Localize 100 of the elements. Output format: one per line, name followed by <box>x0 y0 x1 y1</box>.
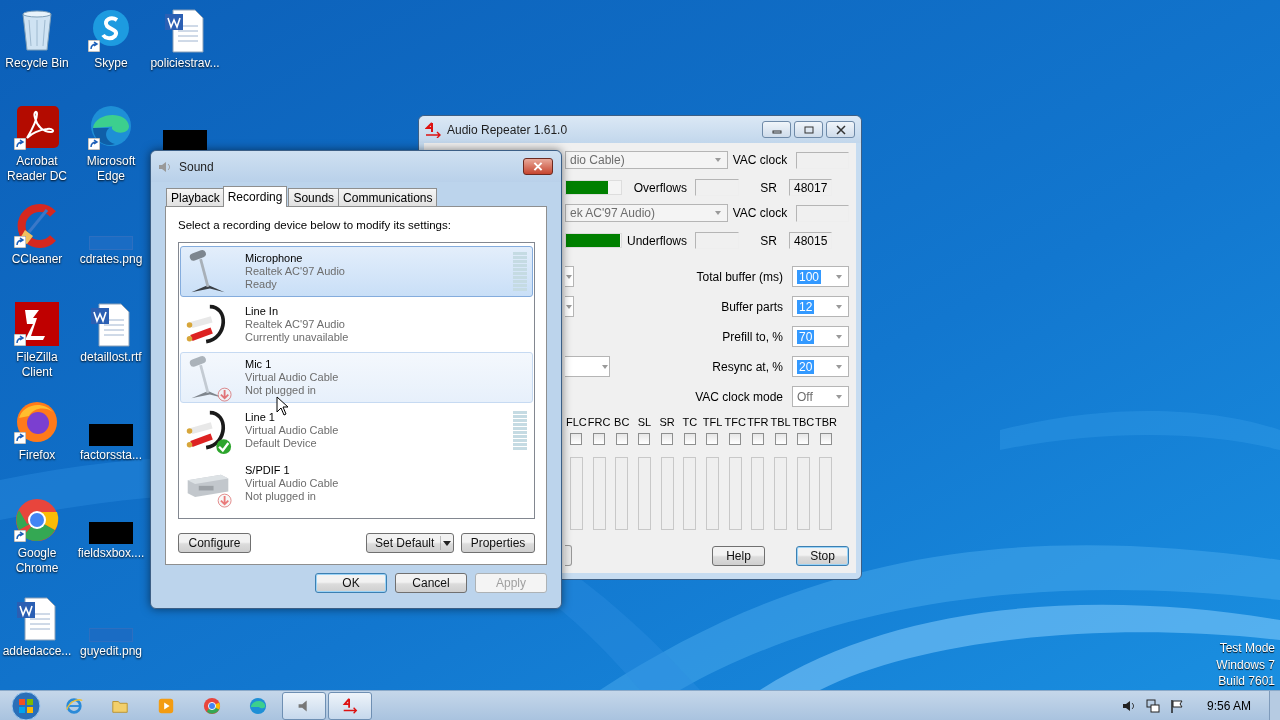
device-name: Microphone <box>245 252 304 265</box>
dialog-button[interactable]: Configure <box>178 533 251 553</box>
instruction-text: Select a recording device below to modify its settings: <box>178 219 452 233</box>
device-item[interactable]: Line In Realtek AC'97 Audio Currently unavailable <box>180 299 533 350</box>
shortcut-arrow-icon <box>88 138 100 150</box>
sample-rate-field[interactable]: 48015 <box>789 232 832 249</box>
dropdown-arrow-icon <box>836 364 842 369</box>
shortcut-arrow-icon <box>88 40 100 52</box>
setting-label: Buffer parts <box>720 299 783 314</box>
checkbox[interactable] <box>751 433 764 445</box>
setting-label: Prefill to, % <box>721 329 783 344</box>
channel-label: TFL <box>701 416 724 430</box>
device-status: Ready <box>245 278 278 291</box>
device-driver: Realtek AC'97 Audio <box>245 318 346 331</box>
dropdown-arrow-icon <box>715 211 722 215</box>
dialog-button[interactable]: Stop <box>796 545 849 566</box>
taskbar-button[interactable] <box>282 691 326 720</box>
icon-label[interactable]: Microsoft Edge <box>74 154 148 184</box>
audio-repeater-icon <box>341 696 359 715</box>
tab[interactable]: Playback <box>166 188 225 206</box>
icon-label[interactable]: policiestrav... <box>148 56 222 71</box>
field-label: SR <box>759 180 777 195</box>
dialog-button[interactable]: Help <box>712 545 765 566</box>
dropdown[interactable] <box>565 266 574 287</box>
sample-rate-field[interactable]: 48017 <box>789 179 832 196</box>
icon-label[interactable]: Firefox <box>0 448 74 463</box>
split-button[interactable]: Set Default <box>366 533 454 553</box>
channel-label: TBR <box>814 416 838 430</box>
dialog-button[interactable]: Properties <box>461 533 535 553</box>
show-desktop-button[interactable] <box>1269 690 1280 720</box>
device-item[interactable]: S/PDIF 1 Virtual Audio Cable Not plugged in <box>180 458 533 509</box>
device-status: Not plugged in <box>245 490 317 503</box>
channel-label: FRC <box>587 416 611 430</box>
dropdown-arrow-icon <box>836 334 842 339</box>
device-driver: Realtek AC'97 Audio <box>245 265 346 278</box>
icon-label[interactable]: CCleaner <box>0 252 74 267</box>
icon-label[interactable]: addedacce... <box>0 644 74 659</box>
checkbox[interactable] <box>729 433 742 445</box>
dropdown[interactable] <box>565 296 574 317</box>
checkbox[interactable] <box>683 433 696 445</box>
checkbox[interactable] <box>570 433 583 445</box>
icon-label[interactable]: factorssta... <box>74 448 148 463</box>
dropdown[interactable] <box>565 356 610 377</box>
shortcut-arrow-icon <box>14 530 26 542</box>
dropdown-arrow-icon <box>836 304 842 309</box>
os-notice-text: Windows 7 <box>1216 656 1275 673</box>
close-button[interactable] <box>826 121 855 138</box>
icon-label[interactable]: cdrates.png <box>74 252 148 267</box>
channel-label: TFC <box>723 416 747 430</box>
icon-label[interactable]: Skype <box>74 56 148 71</box>
checkbox[interactable] <box>615 433 628 445</box>
setting-dropdown[interactable]: Off <box>792 386 849 407</box>
setting-label: Total buffer (ms) <box>695 269 783 284</box>
tab[interactable]: Recording <box>222 186 288 207</box>
checkbox[interactable] <box>661 433 674 445</box>
tab[interactable]: Sounds <box>288 188 340 206</box>
network-icon[interactable] <box>1144 697 1161 714</box>
minimize-button[interactable] <box>762 121 791 138</box>
cursor-icon <box>276 396 288 416</box>
checkbox[interactable] <box>638 433 651 445</box>
shortcut-arrow-icon <box>14 138 26 150</box>
tab[interactable]: Communications <box>338 188 438 206</box>
icon-label[interactable]: FileZilla Client <box>0 350 74 380</box>
checkbox[interactable] <box>593 433 606 445</box>
caret-icon <box>440 534 452 552</box>
device-status: Currently unavailable <box>245 331 350 344</box>
checkbox[interactable] <box>706 433 719 445</box>
device-dropdown[interactable]: dio Cable) <box>565 151 729 169</box>
device-status: Default Device <box>245 437 318 450</box>
channel-label: SL <box>636 416 653 430</box>
dialog-button[interactable]: Cancel <box>395 573 467 593</box>
dropdown-arrow-icon <box>836 394 842 399</box>
icon-label[interactable]: fieldsxbox.... <box>74 546 148 561</box>
device-dropdown[interactable]: ek AC'97 Audio) <box>565 204 729 222</box>
checkbox[interactable] <box>819 433 832 445</box>
setting-label: Resync at, % <box>711 359 783 374</box>
device-item[interactable]: Line 1 Virtual Audio Cable Default Device <box>180 405 533 456</box>
checkbox[interactable] <box>797 433 810 445</box>
icon-label[interactable]: Acrobat Reader DC <box>0 154 74 184</box>
close-button[interactable] <box>523 158 553 175</box>
edge-icon <box>249 696 267 715</box>
device-status: Not plugged in <box>245 384 317 397</box>
shortcut-arrow-icon <box>14 432 26 444</box>
checkbox[interactable] <box>774 433 787 445</box>
channel-label: TBL <box>769 416 792 430</box>
icon-label[interactable]: Google Chrome <box>0 546 74 576</box>
taskbar-button[interactable] <box>328 691 372 720</box>
dialog-button[interactable]: OK <box>315 573 387 593</box>
icon-label[interactable]: guyedit.png <box>74 644 148 659</box>
button[interactable] <box>565 545 572 566</box>
device-item[interactable]: Mic 1 Virtual Audio Cable Not plugged in <box>180 352 533 403</box>
internet-explorer-icon <box>65 696 83 715</box>
clock[interactable]: 9:56 AM <box>1206 698 1251 713</box>
flag-icon[interactable] <box>1168 697 1185 714</box>
channel-label: SR <box>658 416 676 430</box>
icon-label[interactable]: Recycle Bin <box>0 56 74 71</box>
device-item[interactable]: Microphone Realtek AC'97 Audio Ready <box>180 246 533 297</box>
shortcut-arrow-icon <box>14 334 26 346</box>
field-label: SR <box>759 233 777 248</box>
icon-label[interactable]: detaillost.rtf <box>74 350 148 365</box>
